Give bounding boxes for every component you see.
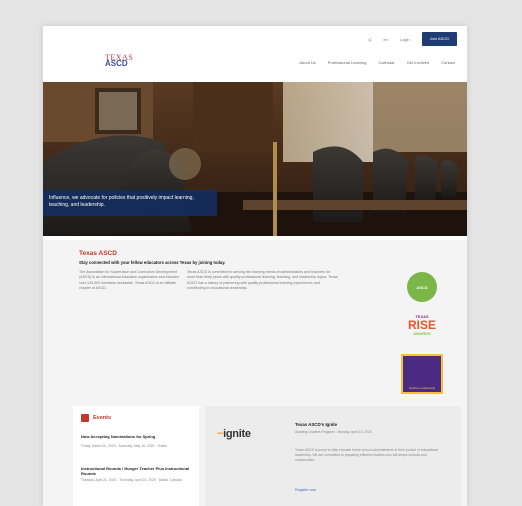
nav-contact[interactable]: Contact (441, 60, 455, 65)
rise-awards-badge[interactable]: TEXAS RISE AWARDS (401, 314, 443, 344)
hero-image: Influence, we advocate for policies that… (43, 82, 467, 236)
nav-get-involved[interactable]: Get Involved (407, 60, 429, 65)
ascd-badge[interactable]: ASCD (407, 272, 437, 302)
ignite-logo: ~ignite (217, 428, 251, 440)
nav-professional-learning[interactable]: Professional Learning (328, 60, 367, 65)
ignite-promo: ~ignite Texas ASCD's Ignite Aspiring Lea… (205, 406, 461, 506)
events-heading-label: Events (93, 415, 112, 421)
teacher-leadership-badge[interactable]: Teacher Leadership (401, 354, 443, 394)
search-link[interactable]: Q (368, 37, 371, 42)
nav-about[interactable]: About Us (299, 60, 315, 65)
promo-body: Texas ASCD is proud to help educate futu… (295, 448, 439, 462)
promo-meta: Aspiring Leaders Program · Monday, April… (295, 430, 372, 434)
intro-paragraph-2: Texas ASCD is committed to serving the l… (187, 270, 338, 291)
login-link[interactable]: Login (400, 37, 410, 42)
calendar-icon (81, 414, 89, 422)
events-panel: Events Now Accepting Nominations for Spr… (73, 406, 199, 506)
event-2-meta: Tuesday, April 21, 2020 - Thursday, Apri… (81, 478, 182, 482)
rise-badge-mid: RISE (407, 318, 436, 332)
event-1-meta: Friday, March 20, 2020 - Saturday, May 1… (81, 444, 168, 448)
teacher-leadership-label: Teacher Leadership (408, 386, 436, 390)
logo-line2: ASCD (105, 59, 128, 68)
hero-caption: Influence, we advocate for policies that… (43, 190, 217, 216)
main-nav: About Us Professional Learning Calendar … (299, 60, 455, 65)
event-1-title[interactable]: Now Accepting Nominations for Spring (81, 434, 193, 439)
site-logo[interactable]: TEXAS ASCD (105, 53, 145, 75)
utility-bar: Q en Login Join ASCD (368, 32, 457, 46)
intro-paragraph-1: The Association for Supervision and Curr… (79, 270, 179, 291)
event-2-title[interactable]: Instructional Rounds / Hunger Teacher Pl… (81, 466, 193, 476)
page: Q en Login Join ASCD TEXAS ASCD About Us… (43, 26, 467, 506)
bottom-section: Events Now Accepting Nominations for Spr… (43, 398, 467, 506)
intro-subtitle: Stay connected with your fellow educator… (79, 260, 226, 265)
promo-register-link[interactable]: Register now (295, 488, 316, 492)
join-button[interactable]: Join ASCD (421, 32, 457, 46)
ignite-logo-word: ignite (223, 428, 251, 440)
language-link[interactable]: en (383, 37, 387, 42)
promo-title[interactable]: Texas ASCD's Ignite (295, 422, 337, 427)
nav-calendar[interactable]: Calendar (379, 60, 395, 65)
intro-title: Texas ASCD (79, 250, 117, 257)
events-heading: Events (81, 414, 111, 422)
intro-section: Texas ASCD Stay connected with your fell… (43, 240, 467, 398)
